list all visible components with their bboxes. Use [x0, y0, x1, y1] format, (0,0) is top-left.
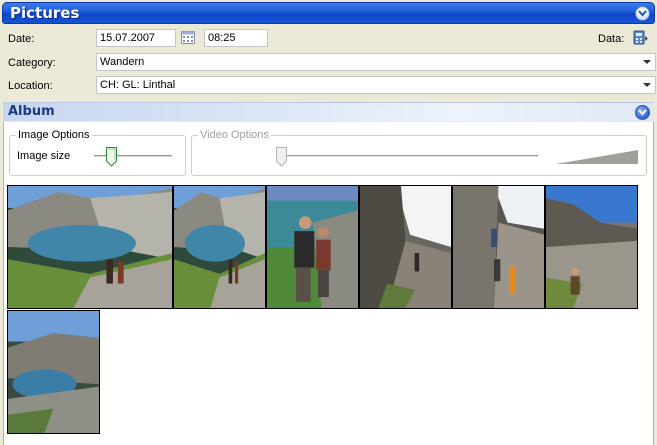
album-header: Album	[3, 102, 654, 121]
video-options-group: Video Options	[191, 129, 647, 176]
time-field[interactable]: 08:25	[204, 29, 268, 47]
album-title: Album	[8, 104, 55, 119]
time-value: 08:25	[208, 32, 236, 44]
photo-thumbnail[interactable]	[545, 185, 638, 309]
video-slider-thumb	[276, 147, 287, 167]
photo-thumbnail[interactable]	[7, 310, 100, 434]
window-title: Pictures	[10, 4, 80, 22]
volume-wedge-icon	[556, 150, 638, 164]
photo-thumbnail[interactable]	[359, 185, 452, 309]
calendar-icon[interactable]	[181, 30, 195, 44]
photo-image	[267, 186, 358, 308]
window-titlebar: Pictures	[2, 2, 655, 24]
photo-thumbnail[interactable]	[452, 185, 545, 309]
photo-thumbnail[interactable]	[173, 185, 266, 309]
photo-image	[174, 186, 265, 308]
image-size-label: Image size	[17, 150, 71, 162]
photo-image	[8, 186, 172, 308]
photo-thumbnail[interactable]	[266, 185, 359, 309]
photo-thumbnail[interactable]	[7, 185, 173, 309]
date-value: 15.07.2007	[100, 32, 156, 44]
collapse-icon[interactable]	[635, 6, 650, 21]
photo-image	[546, 186, 637, 308]
chevron-down-icon[interactable]	[639, 77, 655, 93]
category-combo[interactable]: Wandern	[96, 53, 656, 71]
image-size-slider-thumb[interactable]	[105, 147, 117, 167]
category-value: Wandern	[100, 56, 145, 68]
photo-image	[8, 311, 99, 433]
category-label: Category:	[8, 57, 56, 69]
chevron-down-icon[interactable]	[639, 54, 655, 70]
data-label: Data:	[598, 33, 625, 45]
album-collapse-icon[interactable]	[635, 105, 650, 120]
date-field[interactable]: 15.07.2007	[96, 29, 176, 47]
image-options-group: Image Options Image size	[9, 129, 186, 176]
location-combo[interactable]: CH: GL: Linthal	[96, 76, 656, 94]
photo-image	[360, 186, 451, 308]
album-panel: Image Options Image size Video Options	[3, 122, 654, 445]
video-options-legend: Video Options	[198, 129, 271, 141]
data-icon[interactable]	[633, 30, 649, 46]
location-value: CH: GL: Linthal	[100, 79, 176, 91]
image-options-legend: Image Options	[16, 129, 92, 141]
date-label: Date:	[8, 33, 35, 45]
video-track	[276, 155, 538, 158]
photo-image	[453, 186, 544, 308]
location-label: Location:	[8, 80, 53, 92]
